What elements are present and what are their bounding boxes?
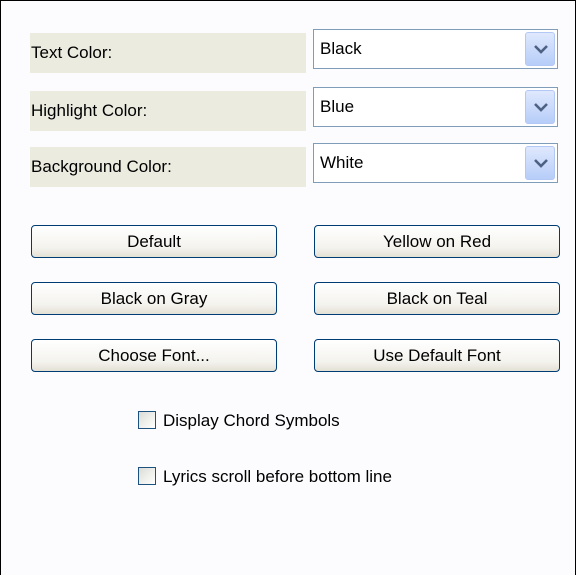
- yellow-on-red-button[interactable]: Yellow on Red: [314, 225, 560, 258]
- text-color-select[interactable]: Black: [313, 29, 558, 69]
- use-default-font-button[interactable]: Use Default Font: [314, 339, 560, 372]
- black-on-teal-button[interactable]: Black on Teal: [314, 282, 560, 315]
- highlight-color-label: Highlight Color:: [30, 91, 306, 131]
- display-chord-symbols-checkbox[interactable]: [138, 411, 156, 429]
- display-chord-symbols-label: Display Chord Symbols: [163, 411, 340, 430]
- background-color-value: White: [320, 153, 364, 172]
- chevron-down-icon[interactable]: [525, 146, 555, 180]
- text-color-label: Text Color:: [30, 33, 306, 73]
- lyrics-scroll-label: Lyrics scroll before bottom line: [163, 467, 392, 486]
- highlight-color-select[interactable]: Blue: [313, 87, 558, 127]
- lyrics-scroll-checkbox[interactable]: [138, 467, 156, 485]
- text-color-value: Black: [320, 39, 362, 58]
- background-color-label: Background Color:: [30, 147, 306, 187]
- black-on-gray-button[interactable]: Black on Gray: [31, 282, 277, 315]
- default-button[interactable]: Default: [31, 225, 277, 258]
- chevron-down-icon[interactable]: [525, 32, 555, 66]
- display-settings-panel: Text Color: Black Highlight Color: Blue …: [0, 0, 576, 575]
- highlight-color-value: Blue: [320, 97, 355, 116]
- choose-font-button[interactable]: Choose Font...: [31, 339, 277, 372]
- background-color-select[interactable]: White: [313, 143, 558, 183]
- chevron-down-icon[interactable]: [525, 90, 555, 124]
